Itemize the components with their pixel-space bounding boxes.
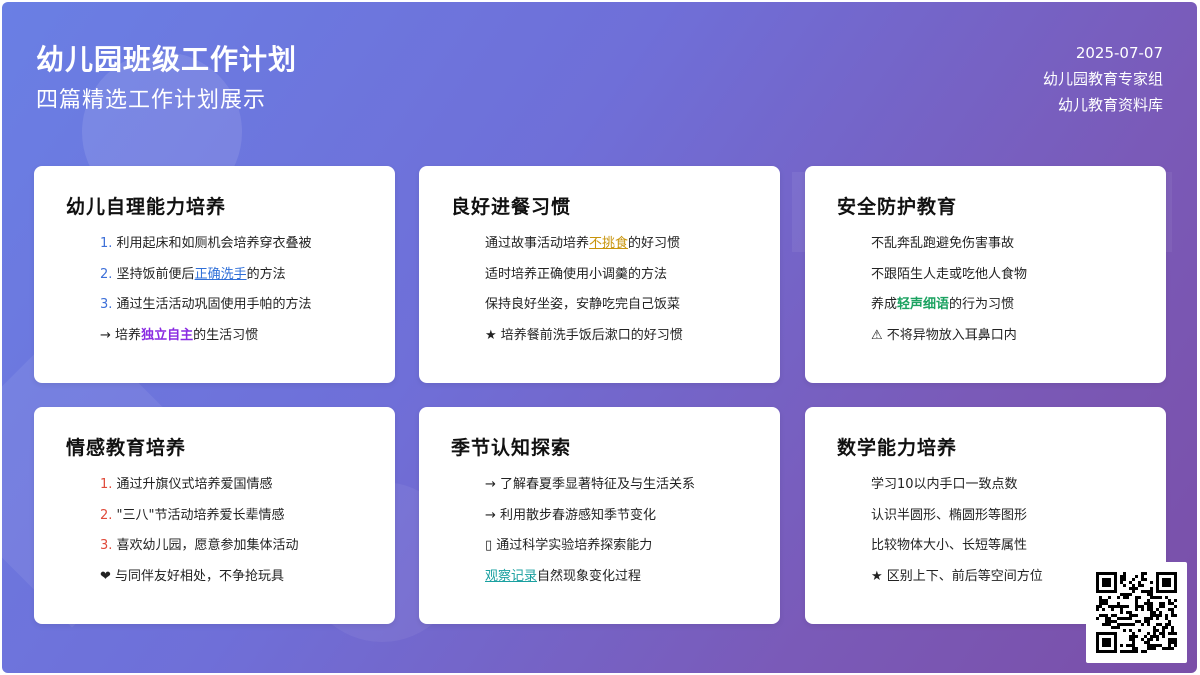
item-text: 养成 bbox=[871, 297, 898, 312]
list-item: 3. 通过生活活动巩固使用手帕的方法 bbox=[100, 290, 369, 321]
list-item: 适时培养正确使用小调羹的方法 bbox=[485, 260, 754, 291]
item-text: 不乱奔乱跑避免伤害事故 bbox=[871, 236, 1015, 251]
highlight-text: 轻声细语 bbox=[897, 297, 950, 312]
item-text: 不跟陌生人走或吃他人食物 bbox=[871, 266, 1028, 282]
card-list: → 了解春夏季显著特征及与生活关系 → 利用散步春游感知季节变化 ▯ 通过科学实… bbox=[451, 470, 754, 592]
card-title: 良好进餐习惯 bbox=[451, 196, 572, 218]
card-safety: 安全防护教育 不乱奔乱跑避免伤害事故 不跟陌生人走或吃他人食物 养成轻声细语的行… bbox=[805, 166, 1166, 383]
item-text: 学习10以内手口一致点数 bbox=[871, 477, 1018, 492]
placeholder-glyph-icon: ▯ bbox=[485, 538, 493, 553]
list-item: → 培养独立自主的生活习惯 bbox=[100, 321, 369, 352]
qr-code-graphic bbox=[1096, 572, 1177, 653]
item-number: 3. bbox=[100, 538, 113, 553]
card-list: 1. 利用起床和如厕机会培养穿衣叠被 2. 坚持饭前便后正确洗手的方法 3. 通… bbox=[66, 229, 369, 351]
list-item: → 利用散步春游感知季节变化 bbox=[485, 501, 754, 532]
item-text: 培养餐前洗手饭后漱口的好习惯 bbox=[500, 327, 683, 343]
warning-icon: ⚠ bbox=[871, 327, 883, 343]
item-number: 1. bbox=[100, 236, 113, 251]
arrow-icon: → bbox=[485, 507, 496, 523]
highlight-link[interactable]: 不挑食 bbox=[589, 236, 628, 251]
list-item: 认识半圆形、椭圆形等图形 bbox=[871, 501, 1140, 532]
header-author: 幼儿园教育专家组 bbox=[1042, 70, 1163, 88]
item-text: 的好习惯 bbox=[628, 236, 681, 251]
list-item: 观察记录自然现象变化过程 bbox=[485, 562, 754, 593]
item-text: 的生活习惯 bbox=[193, 327, 259, 343]
arrow-icon: → bbox=[485, 477, 496, 492]
list-item: 比较物体大小、长短等属性 bbox=[871, 531, 1140, 562]
card-list: 1. 通过升旗仪式培养爱国情感 2. "三八"节活动培养爱长辈情感 3. 喜欢幼… bbox=[66, 470, 369, 592]
item-text: 培养 bbox=[115, 327, 142, 343]
item-text: 了解春夏季显著特征及与生活关系 bbox=[500, 477, 696, 492]
item-text: 比较物体大小、长短等属性 bbox=[871, 538, 1028, 553]
list-item: 通过故事活动培养不挑食的好习惯 bbox=[485, 229, 754, 260]
item-text: 认识半圆形、椭圆形等图形 bbox=[871, 507, 1028, 523]
item-text: 不将异物放入耳鼻口内 bbox=[886, 327, 1017, 343]
card-title: 数学能力培养 bbox=[837, 437, 958, 459]
card-eating-habits: 良好进餐习惯 通过故事活动培养不挑食的好习惯 适时培养正确使用小调羹的方法 保持… bbox=[419, 166, 780, 383]
list-item: ★ 培养餐前洗手饭后漱口的好习惯 bbox=[485, 321, 754, 352]
item-number: 3. bbox=[100, 297, 113, 312]
item-text: 通过科学实验培养探索能力 bbox=[496, 538, 653, 553]
header-source: 幼儿教育资料库 bbox=[1057, 96, 1163, 114]
header-date: 2025-07-07 bbox=[1075, 44, 1163, 62]
list-item: 2. "三八"节活动培养爱长辈情感 bbox=[100, 501, 369, 532]
item-text: 通过故事活动培养 bbox=[485, 236, 590, 251]
card-title: 幼儿自理能力培养 bbox=[66, 196, 227, 218]
header-meta: 2025-07-07 幼儿园教育专家组 幼儿教育资料库 bbox=[1043, 40, 1163, 118]
list-item: ❤ 与同伴友好相处，不争抢玩具 bbox=[100, 562, 369, 593]
item-text: 保持良好坐姿，安静吃完自己饭菜 bbox=[485, 297, 681, 312]
item-text: 自然现象变化过程 bbox=[537, 568, 642, 584]
page-background: 幼儿园班级工作计划 四篇精选工作计划展示 2025-07-07 幼儿园教育专家组… bbox=[2, 2, 1197, 673]
list-item: 1. 通过升旗仪式培养爱国情感 bbox=[100, 470, 369, 501]
item-number: 1. bbox=[100, 477, 113, 492]
list-item: 学习10以内手口一致点数 bbox=[871, 470, 1140, 501]
card-title: 情感教育培养 bbox=[66, 437, 187, 459]
qr-code-icon[interactable] bbox=[1086, 562, 1187, 663]
list-item: 1. 利用起床和如厕机会培养穿衣叠被 bbox=[100, 229, 369, 260]
list-item: → 了解春夏季显著特征及与生活关系 bbox=[485, 470, 754, 501]
card-title: 安全防护教育 bbox=[837, 196, 958, 218]
list-item: 养成轻声细语的行为习惯 bbox=[871, 290, 1140, 321]
item-text: 与同伴友好相处，不争抢玩具 bbox=[115, 568, 285, 584]
page-subtitle: 四篇精选工作计划展示 bbox=[36, 88, 267, 113]
item-text: 区别上下、前后等空间方位 bbox=[886, 568, 1043, 584]
list-item: 2. 坚持饭前便后正确洗手的方法 bbox=[100, 260, 369, 291]
item-text: 的行为习惯 bbox=[949, 297, 1015, 312]
arrow-icon: → bbox=[100, 327, 111, 343]
list-item: ⚠ 不将异物放入耳鼻口内 bbox=[871, 321, 1140, 352]
list-item: 3. 喜欢幼儿园，愿意参加集体活动 bbox=[100, 531, 369, 562]
star-icon: ★ bbox=[871, 568, 883, 584]
card-emotional: 情感教育培养 1. 通过升旗仪式培养爱国情感 2. "三八"节活动培养爱长辈情感… bbox=[34, 407, 395, 624]
highlight-link[interactable]: 正确洗手 bbox=[195, 267, 247, 282]
list-item: 不乱奔乱跑避免伤害事故 bbox=[871, 229, 1140, 260]
card-self-care: 幼儿自理能力培养 1. 利用起床和如厕机会培养穿衣叠被 2. 坚持饭前便后正确洗… bbox=[34, 166, 395, 383]
item-text: 通过升旗仪式培养爱国情感 bbox=[116, 477, 273, 492]
item-text: "三八"节活动培养爱长辈情感 bbox=[116, 507, 285, 523]
star-icon: ★ bbox=[485, 327, 497, 343]
card-title: 季节认知探索 bbox=[451, 437, 572, 459]
item-text: 通过生活活动巩固使用手帕的方法 bbox=[116, 297, 312, 312]
list-item: ▯ 通过科学实验培养探索能力 bbox=[485, 531, 754, 562]
item-number: 2. bbox=[100, 266, 113, 282]
item-text: 利用起床和如厕机会培养穿衣叠被 bbox=[116, 236, 312, 251]
item-text: 利用散步春游感知季节变化 bbox=[500, 507, 657, 523]
highlight-text: 独立自主 bbox=[141, 327, 194, 343]
list-item: 不跟陌生人走或吃他人食物 bbox=[871, 260, 1140, 291]
item-number: 2. bbox=[100, 507, 113, 523]
card-list: 通过故事活动培养不挑食的好习惯 适时培养正确使用小调羹的方法 保持良好坐姿，安静… bbox=[451, 229, 754, 351]
card-seasons: 季节认知探索 → 了解春夏季显著特征及与生活关系 → 利用散步春游感知季节变化 … bbox=[419, 407, 780, 624]
highlight-link[interactable]: 观察记录 bbox=[485, 569, 537, 584]
heart-icon: ❤ bbox=[100, 568, 111, 584]
card-list: 不乱奔乱跑避免伤害事故 不跟陌生人走或吃他人食物 养成轻声细语的行为习惯 ⚠ 不… bbox=[837, 229, 1140, 351]
item-text: 坚持饭前便后 bbox=[116, 266, 195, 282]
page-title: 幼儿园班级工作计划 bbox=[36, 43, 298, 76]
item-text: 适时培养正确使用小调羹的方法 bbox=[485, 266, 668, 282]
item-text: 喜欢幼儿园，愿意参加集体活动 bbox=[116, 538, 299, 553]
list-item: 保持良好坐姿，安静吃完自己饭菜 bbox=[485, 290, 754, 321]
item-text: 的方法 bbox=[246, 266, 286, 282]
